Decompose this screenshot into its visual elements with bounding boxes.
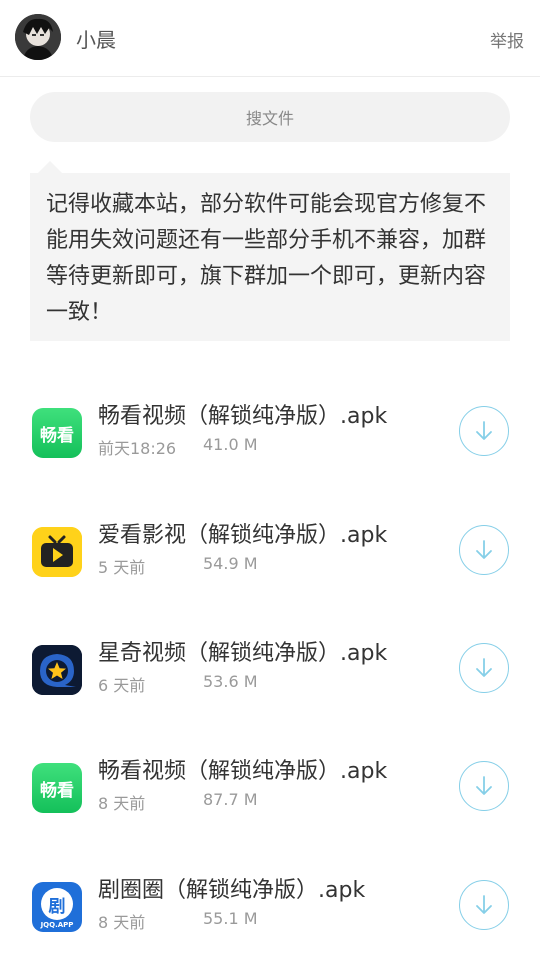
- search-file-input[interactable]: 搜文件: [30, 92, 510, 142]
- download-button[interactable]: [459, 643, 509, 693]
- file-size: 54.9 M: [203, 554, 258, 573]
- file-size: 41.0 M: [203, 435, 258, 454]
- file-time: 5 天前: [98, 558, 146, 577]
- notice-box: 记得收藏本站，部分软件可能会现官方修复不能用失效问题还有一些部分手机不兼容，加群…: [30, 173, 510, 341]
- app-icon-label: 畅看: [40, 425, 74, 446]
- file-size: 53.6 M: [203, 672, 258, 691]
- file-time: 8 天前: [98, 913, 146, 932]
- app-icon-label: 畅看: [40, 780, 74, 801]
- file-time: 8 天前: [98, 794, 146, 813]
- aikan-tv-app-icon: [32, 527, 82, 577]
- download-arrow-icon: [476, 540, 492, 559]
- xingqi-star-app-icon: [32, 645, 82, 695]
- file-size: 55.1 M: [203, 909, 258, 928]
- file-name[interactable]: 畅看视频（解锁纯净版）.apk: [98, 753, 387, 785]
- download-button[interactable]: [459, 525, 509, 575]
- app-icon-label: 剧: [41, 888, 73, 920]
- header-bar: 小晨 举报: [0, 0, 540, 77]
- file-list-item[interactable]: 畅看 畅看视频（解锁纯净版）.apk 8 天前 87.7 M: [0, 747, 540, 847]
- report-button[interactable]: 举报: [490, 27, 524, 52]
- search-placeholder: 搜文件: [245, 109, 294, 128]
- download-arrow-icon: [476, 776, 492, 795]
- download-button[interactable]: [459, 880, 509, 930]
- file-list-item[interactable]: 剧 JQQ.APP 剧圈圈（解锁纯净版）.apk 8 天前 55.1 M: [0, 866, 540, 966]
- file-name[interactable]: 剧圈圈（解锁纯净版）.apk: [98, 872, 365, 904]
- file-name[interactable]: 畅看视频（解锁纯净版）.apk: [98, 398, 387, 430]
- file-time: 6 天前: [98, 676, 146, 695]
- file-name[interactable]: 星奇视频（解锁纯净版）.apk: [98, 635, 387, 667]
- download-button[interactable]: [459, 761, 509, 811]
- changkan-app-icon: 畅看: [32, 763, 82, 813]
- notice-pointer: [38, 161, 62, 173]
- download-arrow-icon: [476, 421, 492, 440]
- app-icon-sublabel: JQQ.APP: [40, 921, 74, 929]
- download-arrow-icon: [476, 658, 492, 677]
- file-list-item[interactable]: 爱看影视（解锁纯净版）.apk 5 天前 54.9 M: [0, 511, 540, 611]
- file-size: 87.7 M: [203, 790, 258, 809]
- download-button[interactable]: [459, 406, 509, 456]
- changkan-app-icon: 畅看: [32, 408, 82, 458]
- file-list-item[interactable]: 星奇视频（解锁纯净版）.apk 6 天前 53.6 M: [0, 629, 540, 729]
- file-name[interactable]: 爱看影视（解锁纯净版）.apk: [98, 517, 387, 549]
- file-time: 前天18:26: [98, 439, 177, 458]
- username: 小晨: [76, 28, 116, 52]
- notice-text: 记得收藏本站，部分软件可能会现官方修复不能用失效问题还有一些部分手机不兼容，加群…: [46, 192, 487, 325]
- download-arrow-icon: [476, 895, 492, 914]
- user-avatar[interactable]: [15, 14, 61, 60]
- juquanquan-app-icon: 剧 JQQ.APP: [32, 882, 82, 932]
- file-list-item[interactable]: 畅看 畅看视频（解锁纯净版）.apk 前天18:26 41.0 M: [0, 392, 540, 492]
